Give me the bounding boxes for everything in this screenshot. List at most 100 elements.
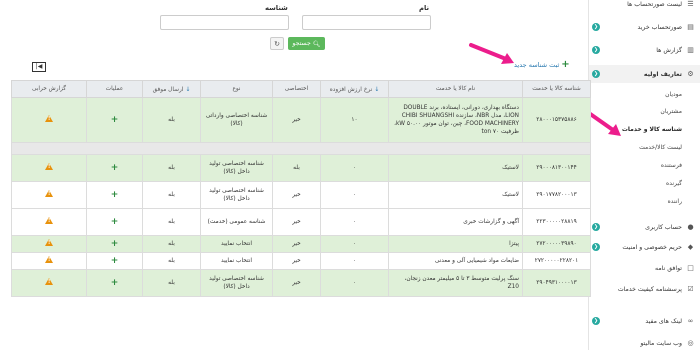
sidebar-subitem[interactable]: لیست کالا/خدمت [589,144,700,151]
cell-error-report [11,181,87,209]
cell-operations: + [86,97,143,143]
add-icon[interactable]: + [111,217,119,227]
cell-name: دستگاه بهداری، دورانی، ایستاده، برند DOU… [388,97,523,143]
add-icon[interactable]: + [111,163,119,173]
cell-error-report [11,269,87,297]
id-input[interactable] [160,15,289,30]
add-new-id-link[interactable]: + ثبت شناسه جدید [514,60,570,70]
column-header[interactable]: ↓ ارسال موفق [142,80,201,98]
chevron-icon [592,264,600,272]
search-button[interactable]: 🔍︎ جستجو [288,37,325,50]
cell-name: پیتزا [388,235,523,253]
cell-sent: بله [142,154,201,182]
cell-sent: بله [142,269,201,297]
cell-sent: بله [142,181,201,209]
sidebar-item[interactable]: ▤ صورتحساب خرید ❮ [589,19,700,35]
add-icon[interactable]: + [111,115,119,125]
table-row[interactable]: ۲۹۰۴۹۳۱۰۰۰۰۱۳ سنگ پرلیت متوسط ۳ تا ۵ میلی… [11,269,591,297]
add-icon[interactable]: + [111,256,119,266]
chevron-icon: ❮ [592,46,600,54]
chart-icon: ▥ [687,45,694,54]
cell-rate: ۰ [320,252,389,270]
warning-icon[interactable] [45,115,53,122]
cell-error-report [11,235,87,253]
column-header[interactable]: اختصاصی [272,80,321,98]
sidebar-item[interactable]: ● حساب کاربری ❮ [589,218,700,236]
sidebar-item-label: لینک های مفید [645,317,682,325]
sidebar-item[interactable]: ☰ لیست صورتحساب ها [589,0,700,12]
column-header[interactable]: ↓ نرخ ارزش افزوده [320,80,389,98]
table-row[interactable]: ۲۸۰۰۰۱۵۳۷۵۸۸۶ دستگاه بهداری، دورانی، ایست… [11,97,591,143]
table-row[interactable]: ۲۹۰۱۷۷۸۲۰۰۰۱۳ لاستیک ۰ خیر شناسه اختصاصی تول… [11,181,591,209]
warning-icon[interactable] [45,190,53,197]
reset-button[interactable]: ↻ [270,37,284,50]
column-header-label: شناسه کالا یا خدمت [532,86,581,92]
table-row[interactable]: ۲۷۲۰۰۰۰۰۳۹۸۹۰ پیتزا ۰ خیر انتخاب نمایید بله + [11,235,591,253]
sidebar-item[interactable]: ∞ لینک های مفید ❮ [589,312,700,330]
column-header-label: عملیات [105,86,124,92]
sidebar-subitem[interactable]: گیرنده [589,180,700,187]
cell-name: لاستیک [388,181,523,209]
sort-icon[interactable]: ↓ [183,86,190,93]
column-header[interactable]: نوع [200,80,273,98]
sidebar-item[interactable]: ▥ گزارش ها ❮ [589,42,700,58]
warning-icon[interactable] [45,217,53,224]
table-row[interactable]: ۲۷۲۰۰۰۰۰۲۲۸۲۰۱ ضایعات مواد شیمیایی آلی و … [11,252,591,270]
goods-services-table: شناسه کالا یا خدمت نام کالا یا خدمت ↓ نرخ … [11,80,591,297]
cell-operations: + [86,235,143,253]
sidebar-item-label: وب سایت مالیتو [640,339,682,347]
cell-type: انتخاب نمایید [200,252,273,270]
sidebar-subitem[interactable]: فرستنده [589,162,700,169]
cell-name: لاستیک [388,154,523,182]
sidebar-item-label: حساب کاربری [645,223,682,231]
sidebar-item[interactable]: ◆ حریم خصوصی و امنیت ❮ [589,238,700,256]
warning-icon[interactable] [45,239,53,246]
sort-icon[interactable]: ↓ [372,86,379,93]
column-header[interactable]: گزارش خرابی [11,80,87,98]
cell-exclusive: بله [272,154,321,182]
table-row[interactable]: ۲۲۳۰۰۰۰۰۲۸۸۱۹ آگهی و گزارشات خبری ۰ خیر شناس… [11,208,591,236]
sidebar-subitem[interactable]: مودیان [589,91,700,98]
table-row[interactable]: ۲۹۰۰۰۸۱۳۰۰۱۴۴ لاستیک ۰ بله شناسه اختصاصی تول… [11,154,591,182]
cell-type: شناسه اختصاصی وارداتی (کالا) [200,97,273,143]
add-icon[interactable]: + [111,190,119,200]
table-header-row: شناسه کالا یا خدمت نام کالا یا خدمت ↓ نرخ … [11,80,591,98]
name-input[interactable] [302,15,431,30]
cell-operations: + [86,208,143,236]
cell-operations: + [86,269,143,297]
cell-type: شناسه اختصاصی تولید داخل (کالا) [200,269,273,297]
cell-name: ضایعات مواد شیمیایی آلی و معدنی [388,252,523,270]
cell-error-report [11,252,87,270]
cell-id: ۲۹۰۱۷۷۸۲۰۰۰۱۳ [522,181,591,209]
cell-rate: ۰ [320,269,389,297]
sidebar-item[interactable]: ☑ پرسشنامه کیفیت خدمات [589,280,700,298]
warning-icon[interactable] [45,163,53,170]
survey-icon: ☑ [687,284,694,293]
add-icon[interactable]: + [111,239,119,249]
warning-icon[interactable] [45,278,53,285]
cell-rate: ۰ [320,154,389,182]
chevron-icon: ❮ [592,317,600,325]
add-icon[interactable]: + [111,278,119,288]
sidebar-item-label: حریم خصوصی و امنیت [622,243,682,251]
sidebar-item[interactable]: ⚙ تعاریف اولیه ❮ [589,65,700,83]
sidebar-item-label: توافق نامه [655,264,682,272]
column-header[interactable]: شناسه کالا یا خدمت [522,80,591,98]
table-separator-row [11,142,591,155]
cell-sent: بله [142,235,201,253]
cell-sent: بله [142,252,201,270]
sidebar-item[interactable]: ◎ وب سایت مالیتو [589,334,700,350]
warning-icon[interactable] [45,256,53,263]
sidebar-subitem[interactable]: راننده [589,198,700,205]
cell-type: شناسه اختصاصی تولید داخل (کالا) [200,154,273,182]
column-header[interactable]: عملیات [86,80,143,98]
cell-sent: بله [142,208,201,236]
cell-rate: ۰ [320,235,389,253]
column-header[interactable]: نام کالا یا خدمت [388,80,523,98]
column-header-label: نوع [232,86,241,92]
panel-toggle-icon[interactable]: ◀| [32,62,46,72]
list-icon: ☰ [687,0,694,8]
annotation-arrow-add [469,43,514,64]
sidebar-item[interactable]: □ توافق نامه [589,259,700,277]
cell-exclusive: خیر [272,269,321,297]
